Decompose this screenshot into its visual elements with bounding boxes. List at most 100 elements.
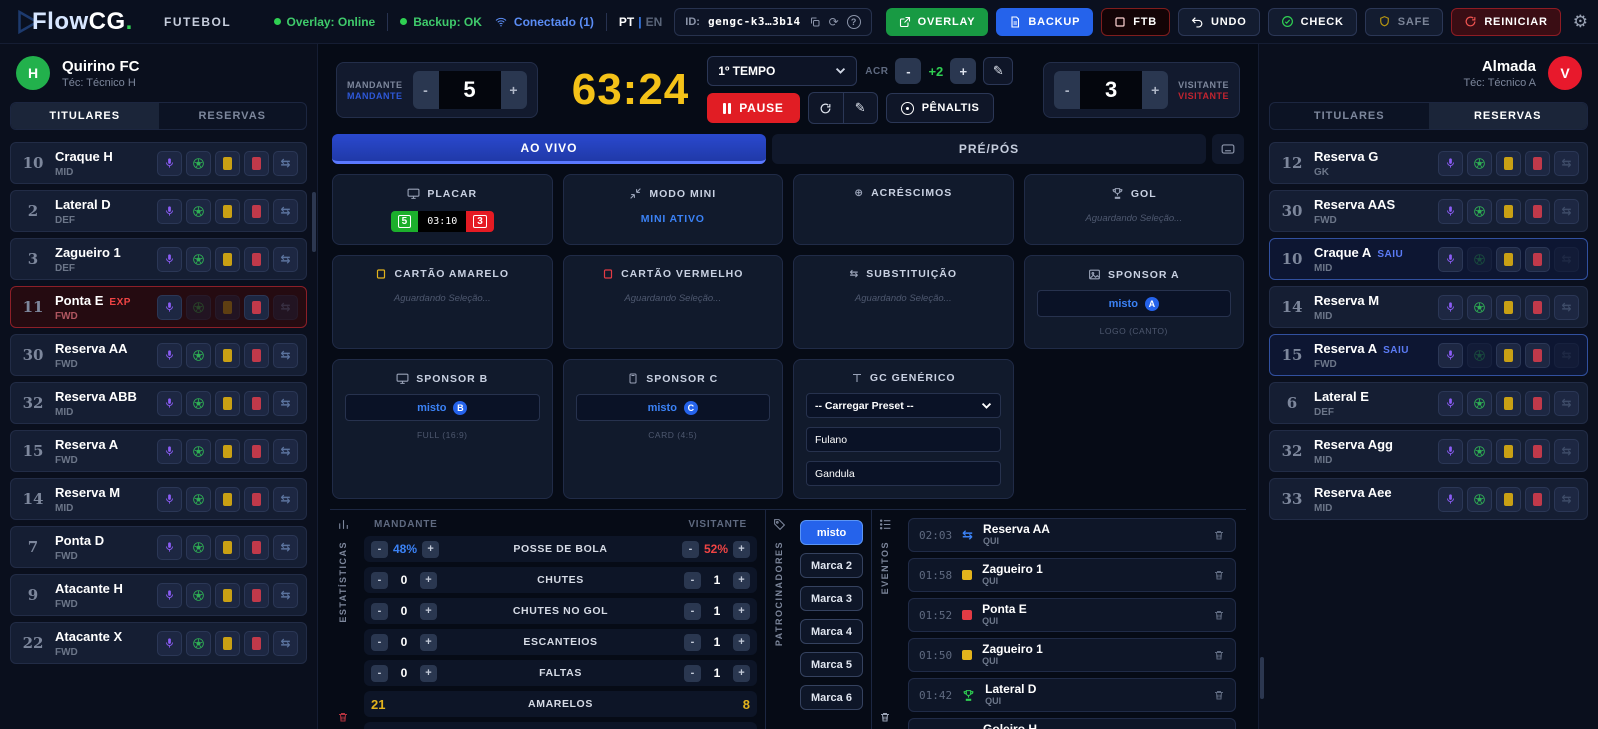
player-mic-button[interactable] <box>1438 486 1463 512</box>
sponsor-c-slot-button[interactable]: misto C <box>575 394 770 421</box>
player-goal-button[interactable] <box>1467 150 1492 176</box>
backup-button[interactable]: BACKUP <box>996 7 1094 36</box>
panel-modo-mini[interactable]: MODO MINI MINI ATIVO <box>562 174 783 245</box>
player-goal-button[interactable] <box>186 198 211 224</box>
player-substitute-button[interactable]: ⇆ <box>273 486 298 512</box>
stat-away-increment-button[interactable]: + <box>733 664 750 682</box>
acr-decrement-button[interactable]: - <box>895 58 922 84</box>
player-row[interactable]: 6 Lateral E DEF ⇆ <box>1269 382 1588 424</box>
player-substitute-button[interactable]: ⇆ <box>1554 198 1579 224</box>
player-yellow-card-button[interactable] <box>1496 390 1521 416</box>
player-substitute-button[interactable]: ⇆ <box>273 294 298 320</box>
delete-event-button[interactable] <box>1213 529 1225 541</box>
panel-substituicao[interactable]: ⇆ SUBSTITUIÇÃO Aguardando Seleção... <box>793 255 1014 349</box>
id-help-button[interactable]: ? <box>846 14 861 29</box>
player-goal-button[interactable] <box>1467 198 1492 224</box>
player-red-card-button[interactable] <box>1525 198 1550 224</box>
player-row[interactable]: 32 Reserva Agg MID ⇆ <box>1269 430 1588 472</box>
stat-away-decrement-button[interactable]: - <box>684 602 701 620</box>
player-goal-button[interactable] <box>186 342 211 368</box>
safe-button[interactable]: SAFE <box>1364 7 1444 36</box>
away-score-increment-button[interactable]: + <box>1142 71 1169 109</box>
gc-preset-select[interactable]: -- Carregar Preset -- <box>806 393 1001 418</box>
team-tab[interactable]: TITULARES <box>1270 103 1429 129</box>
stat-away-increment-button[interactable]: + <box>733 571 750 589</box>
player-mic-button[interactable] <box>157 582 182 608</box>
player-mic-button[interactable] <box>157 390 182 416</box>
stat-home-decrement-button[interactable]: - <box>371 540 388 558</box>
stat-home-increment-button[interactable]: + <box>420 664 437 682</box>
player-row[interactable]: 7 Ponta D FWD ⇆ <box>10 526 307 568</box>
edit-clock-button[interactable]: ✎ <box>842 93 877 123</box>
player-row[interactable]: 22 Atacante X FWD ⇆ <box>10 622 307 664</box>
player-red-card-button[interactable] <box>244 486 269 512</box>
language-toggle[interactable]: PT | EN <box>619 15 662 29</box>
player-yellow-card-button[interactable] <box>1496 438 1521 464</box>
player-substitute-button[interactable]: ⇆ <box>273 390 298 416</box>
stat-home-increment-button[interactable]: + <box>420 602 437 620</box>
acr-edit-button[interactable]: ✎ <box>983 57 1014 85</box>
sponsor-b-slot-button[interactable]: misto B <box>345 394 540 421</box>
copy-id-button[interactable] <box>809 16 821 28</box>
away-score-decrement-button[interactable]: - <box>1054 71 1081 109</box>
player-goal-button[interactable] <box>186 534 211 560</box>
player-goal-button[interactable] <box>1467 390 1492 416</box>
player-row[interactable]: 30 Reserva AA FWD ⇆ <box>10 334 307 376</box>
stat-away-increment-button[interactable]: + <box>733 540 750 558</box>
overlay-button[interactable]: OVERLAY <box>885 7 989 36</box>
player-yellow-card-button[interactable] <box>1496 486 1521 512</box>
player-yellow-card-button[interactable] <box>215 486 240 512</box>
stat-home-decrement-button[interactable]: - <box>371 664 388 682</box>
player-mic-button[interactable] <box>1438 198 1463 224</box>
home-score-decrement-button[interactable]: - <box>412 71 439 109</box>
player-mic-button[interactable] <box>1438 342 1463 368</box>
player-red-card-button[interactable] <box>244 342 269 368</box>
player-row[interactable]: 15 Reserva A SAIU FWD ⇆ <box>1269 334 1588 376</box>
player-mic-button[interactable] <box>1438 294 1463 320</box>
clear-events-button[interactable] <box>879 711 891 723</box>
team-tab[interactable]: RESERVAS <box>159 103 307 129</box>
team-tab[interactable]: RESERVAS <box>1428 103 1587 129</box>
player-mic-button[interactable] <box>1438 150 1463 176</box>
player-red-card-button[interactable] <box>244 390 269 416</box>
player-goal-button[interactable] <box>1467 246 1492 272</box>
player-yellow-card-button[interactable] <box>1496 150 1521 176</box>
panel-placar[interactable]: PLACAR 5 03:10 3 <box>332 174 553 245</box>
clear-statistics-button[interactable] <box>337 711 349 723</box>
player-yellow-card-button[interactable] <box>215 582 240 608</box>
home-score-increment-button[interactable]: + <box>500 71 527 109</box>
player-substitute-button[interactable]: ⇆ <box>273 246 298 272</box>
player-goal-button[interactable] <box>1467 438 1492 464</box>
panel-gol[interactable]: GOL Aguardando Seleção... <box>1023 174 1244 245</box>
stat-home-decrement-button[interactable]: - <box>371 602 388 620</box>
player-substitute-button[interactable]: ⇆ <box>1554 342 1579 368</box>
player-mic-button[interactable] <box>157 534 182 560</box>
player-yellow-card-button[interactable] <box>215 390 240 416</box>
team-tab[interactable]: TITULARES <box>11 103 159 129</box>
player-mic-button[interactable] <box>1438 246 1463 272</box>
shortcuts-button[interactable] <box>1212 134 1244 164</box>
stat-away-decrement-button[interactable]: - <box>684 664 701 682</box>
player-mic-button[interactable] <box>1438 390 1463 416</box>
player-red-card-button[interactable] <box>1525 150 1550 176</box>
delete-event-button[interactable] <box>1213 609 1225 621</box>
player-mic-button[interactable] <box>157 438 182 464</box>
player-goal-button[interactable] <box>1467 294 1492 320</box>
player-yellow-card-button[interactable] <box>215 534 240 560</box>
restart-button[interactable]: REINICIAR <box>1451 7 1561 36</box>
player-row[interactable]: 14 Reserva M MID ⇆ <box>1269 286 1588 328</box>
player-row[interactable]: 10 Craque H MID ⇆ <box>10 142 307 184</box>
player-yellow-card-button[interactable] <box>1496 198 1521 224</box>
acr-increment-button[interactable]: + <box>950 58 977 84</box>
player-yellow-card-button[interactable] <box>215 246 240 272</box>
player-substitute-button[interactable]: ⇆ <box>1554 390 1579 416</box>
player-goal-button[interactable] <box>186 582 211 608</box>
player-red-card-button[interactable] <box>244 534 269 560</box>
player-goal-button[interactable] <box>186 438 211 464</box>
sponsor-brand-button[interactable]: Marca 2 <box>800 553 863 578</box>
stat-home-decrement-button[interactable]: - <box>371 633 388 651</box>
player-row[interactable]: 32 Reserva ABB MID ⇆ <box>10 382 307 424</box>
stat-away-decrement-button[interactable]: - <box>681 540 699 558</box>
gc-line1-input[interactable] <box>806 427 1001 452</box>
player-yellow-card-button[interactable] <box>215 342 240 368</box>
